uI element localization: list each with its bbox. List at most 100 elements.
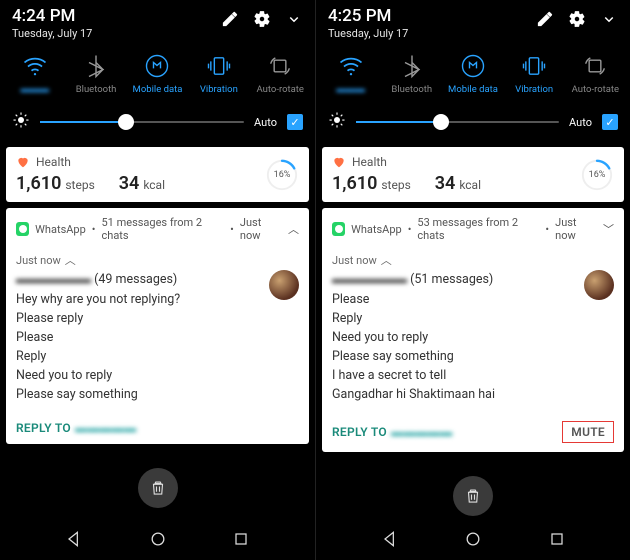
- status-left: 4:25 PM Tuesday, July 17: [328, 6, 408, 40]
- reply-button[interactable]: REPLY TO ▬▬▬▬▬: [332, 425, 453, 439]
- qs-auto-rotate[interactable]: Auto-rotate: [566, 52, 624, 95]
- wa-msg: Need you to reply: [332, 328, 614, 347]
- qs-wifi[interactable]: ▬▬▬: [322, 52, 380, 95]
- qs-wifi[interactable]: ▬▬▬: [6, 52, 64, 95]
- navbar: [0, 518, 315, 560]
- qs-auto-rotate-label: Auto-rotate: [257, 84, 304, 95]
- wa-app: WhatsApp: [351, 223, 402, 236]
- reply-button[interactable]: REPLY TO ▬▬▬▬▬: [16, 421, 137, 435]
- kcal-value: 34: [435, 173, 456, 194]
- nav-home[interactable]: [463, 529, 483, 549]
- nav-back[interactable]: [64, 529, 84, 549]
- nav-home[interactable]: [148, 529, 168, 549]
- qs-mobile-data[interactable]: Mobile data: [128, 52, 186, 95]
- health-card[interactable]: Health 1,610 steps34 kcal 16%: [322, 147, 624, 202]
- steps-value: 1,610: [16, 173, 61, 194]
- brightness-auto-check[interactable]: ✓: [287, 114, 303, 130]
- steps-value: 1,610: [332, 173, 377, 194]
- wa-msg: Hey why are you not replying?: [16, 290, 299, 309]
- edit-icon[interactable]: [536, 10, 554, 28]
- clear-all-button[interactable]: [453, 476, 493, 516]
- qs-bluetooth[interactable]: Bluetooth: [67, 52, 125, 95]
- mobile-data-icon: [143, 52, 171, 80]
- status-time: 4:25 PM: [328, 6, 408, 26]
- qs-vibration[interactable]: Vibration: [505, 52, 563, 95]
- wa-msg: Please: [16, 328, 299, 347]
- qs-wifi-label: ▬▬▬: [20, 84, 49, 95]
- wa-msg: Reply: [16, 347, 299, 366]
- qs-auto-rotate[interactable]: Auto-rotate: [251, 52, 309, 95]
- wa-summary: 51 messages from 2 chats: [102, 216, 225, 242]
- health-title: Health: [352, 155, 387, 169]
- status-bar: 4:24 PM Tuesday, July 17: [0, 0, 315, 42]
- health-title: Health: [36, 155, 71, 169]
- wa-messages: Please Reply Need you to reply Please sa…: [332, 290, 614, 404]
- qs-bluetooth-label: Bluetooth: [391, 84, 432, 95]
- brightness-slider[interactable]: [40, 121, 244, 123]
- wa-messages: Hey why are you not replying? Please rep…: [16, 290, 299, 404]
- kcal-value: 34: [119, 173, 140, 194]
- gear-icon[interactable]: [253, 10, 271, 28]
- panel-left: 4:24 PM Tuesday, July 17 ▬▬▬ Bluetooth M…: [0, 0, 315, 560]
- qs-mobile-data[interactable]: Mobile data: [444, 52, 502, 95]
- status-actions: [221, 6, 303, 28]
- qs-vibration[interactable]: Vibration: [190, 52, 248, 95]
- wa-actions: REPLY TO ▬▬▬▬▬ MUTE: [322, 412, 624, 452]
- wa-msg: Please reply: [16, 309, 299, 328]
- qs-auto-rotate-label: Auto-rotate: [572, 84, 619, 95]
- brightness-auto-check[interactable]: ✓: [602, 114, 618, 130]
- vibration-icon: [520, 52, 548, 80]
- status-actions: [536, 6, 618, 28]
- steps-unit: steps: [65, 178, 94, 192]
- clear-all-button[interactable]: [138, 468, 178, 508]
- wa-sender: ▬▬▬▬▬▬ (51 messages): [332, 272, 493, 287]
- brightness-auto-label: Auto: [569, 116, 592, 129]
- wa-sender: ▬▬▬▬▬▬ (49 messages): [16, 272, 177, 287]
- health-pct: 16%: [589, 170, 606, 180]
- wa-ago: Just now: [240, 216, 282, 242]
- brightness-icon: [328, 111, 346, 133]
- qs-mobile-data-label: Mobile data: [448, 84, 498, 95]
- wa-header[interactable]: WhatsApp • 51 messages from 2 chats • Ju…: [6, 208, 309, 248]
- qs-bluetooth[interactable]: Bluetooth: [383, 52, 441, 95]
- brightness-slider[interactable]: [356, 121, 559, 123]
- kcal-unit: kcal: [459, 178, 481, 192]
- nav-recent[interactable]: [231, 529, 251, 549]
- nav-back[interactable]: [380, 529, 400, 549]
- status-date: Tuesday, July 17: [328, 27, 408, 40]
- wa-head-chevron-icon[interactable]: ︿: [288, 221, 299, 237]
- health-pct: 16%: [274, 170, 291, 180]
- wa-summary: 53 messages from 2 chats: [417, 216, 539, 242]
- gear-icon[interactable]: [568, 10, 586, 28]
- wa-actions: REPLY TO ▬▬▬▬▬: [6, 412, 309, 444]
- wifi-icon: [337, 52, 365, 80]
- wa-msg: Gangadhar hi Shaktimaan hai: [332, 385, 614, 404]
- wa-header[interactable]: WhatsApp• 53 messages from 2 chats• Just…: [322, 208, 624, 248]
- wa-msg: Reply: [332, 309, 614, 328]
- navbar: [316, 518, 630, 560]
- quick-settings: ▬▬▬ Bluetooth Mobile data Vibration Auto…: [316, 42, 630, 101]
- vibration-icon: [205, 52, 233, 80]
- heart-icon: [16, 155, 30, 169]
- chevron-down-icon[interactable]: [285, 10, 303, 28]
- nav-recent[interactable]: [547, 529, 567, 549]
- whatsapp-notification[interactable]: WhatsApp• 53 messages from 2 chats• Just…: [322, 208, 624, 452]
- health-card[interactable]: Health 1,610 steps 34 kcal 16%: [6, 147, 309, 202]
- wa-head-chevron-icon[interactable]: ﹀: [603, 221, 614, 237]
- qs-vibration-label: Vibration: [515, 84, 553, 95]
- mobile-data-icon: [459, 52, 487, 80]
- mute-button[interactable]: MUTE: [562, 421, 614, 443]
- auto-rotate-icon: [581, 52, 609, 80]
- wa-msg: Please say something: [332, 347, 614, 366]
- bluetooth-icon: [398, 52, 426, 80]
- chevron-down-icon[interactable]: [600, 10, 618, 28]
- health-ring: 16%: [265, 158, 299, 192]
- avatar: [584, 270, 614, 300]
- whatsapp-notification[interactable]: WhatsApp • 51 messages from 2 chats • Ju…: [6, 208, 309, 444]
- avatar: [269, 270, 299, 300]
- wa-msg: I have a secret to tell: [332, 366, 614, 385]
- edit-icon[interactable]: [221, 10, 239, 28]
- status-bar: 4:25 PM Tuesday, July 17: [316, 0, 630, 42]
- brightness-icon: [12, 111, 30, 133]
- qs-mobile-data-label: Mobile data: [133, 84, 183, 95]
